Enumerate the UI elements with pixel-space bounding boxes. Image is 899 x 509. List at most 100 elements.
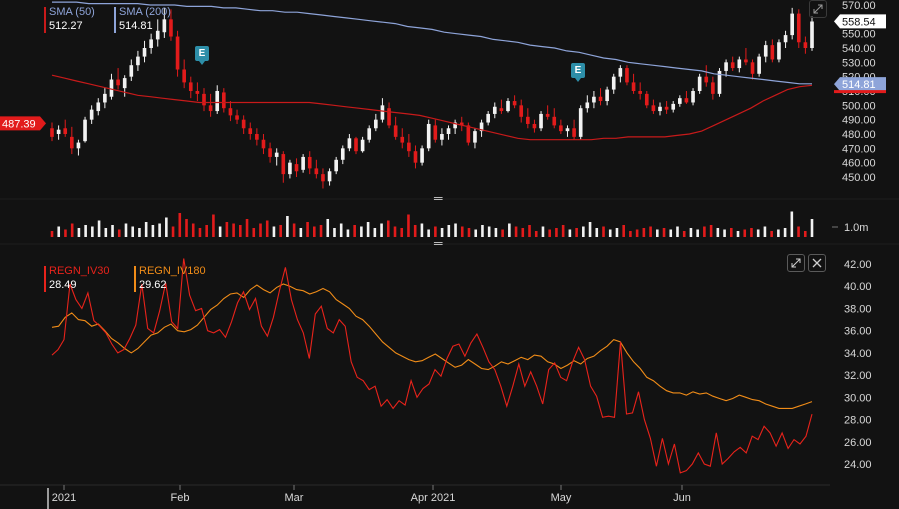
price-candle: [83, 119, 87, 142]
earnings-marker[interactable]: E: [195, 46, 209, 65]
sma200-legend-label: SMA (200): [119, 6, 171, 18]
iv-axis-tick-label: 38.00: [844, 303, 872, 315]
price-axis-tick-label: 480.00: [842, 129, 876, 141]
volume-bar: [803, 231, 807, 237]
volume-bar: [64, 229, 67, 237]
volume-bar: [777, 229, 780, 237]
price-candle: [559, 125, 563, 132]
iv30-legend-swatch: [44, 266, 46, 292]
volume-bar: [709, 225, 713, 237]
price-candle: [347, 138, 352, 149]
iv30-legend-label: REGN_IV30: [49, 265, 110, 277]
price-candle: [367, 128, 372, 140]
price-candle: [704, 76, 709, 83]
volume-bar: [790, 211, 794, 237]
volume-bar: [508, 223, 511, 237]
sma200-legend: SMA (200) 514.81: [114, 5, 171, 33]
price-candle: [321, 174, 325, 182]
close-iv-pane-button[interactable]: [808, 254, 826, 272]
volume-bar: [662, 228, 666, 237]
price-candle: [790, 13, 794, 36]
pane-resize-handle[interactable]: ═: [434, 237, 443, 249]
price-candle: [545, 113, 550, 117]
sma200-legend-value: 514.81: [119, 20, 153, 32]
expand-iv-pane-button[interactable]: [787, 254, 805, 272]
price-candle: [691, 91, 695, 103]
price-candle: [697, 76, 702, 91]
price-candle: [400, 136, 405, 143]
price-candle: [255, 134, 259, 140]
pane-resize-handle[interactable]: ═: [434, 192, 443, 204]
price-candle: [56, 129, 61, 134]
volume-bar: [158, 223, 161, 237]
price-candle: [750, 62, 755, 74]
price-candle: [301, 156, 305, 170]
volume-bar: [582, 226, 585, 237]
price-candle: [810, 21, 814, 48]
volume-bar: [171, 226, 175, 237]
chart-canvas[interactable]: 450.00460.00470.00480.00490.00500.00510.…: [0, 0, 899, 509]
volume-bar: [447, 225, 451, 237]
price-candle: [644, 93, 649, 106]
volume-bar: [420, 223, 424, 237]
iv180-line: [51, 283, 813, 409]
price-candle: [605, 89, 609, 102]
price-candle: [215, 91, 220, 112]
volume-bar: [635, 229, 639, 237]
price-candle: [407, 142, 411, 152]
price-candle: [380, 105, 385, 120]
price-candle: [63, 128, 68, 134]
price-candle: [307, 156, 312, 169]
sma200-price-flag: 514.81: [842, 79, 876, 91]
price-candle: [499, 108, 504, 112]
volume-bar: [205, 225, 208, 237]
volume-bar: [400, 228, 404, 237]
price-candle: [314, 168, 319, 175]
sma50-legend-label: SMA (50): [49, 6, 95, 18]
volume-bar: [50, 231, 54, 237]
price-candle: [506, 101, 510, 112]
time-axis-tick-label: 2021: [52, 492, 76, 504]
iv30-legend: REGN_IV30 28.49: [44, 264, 110, 292]
iv180-legend-swatch: [134, 266, 136, 292]
volume-bar: [218, 226, 222, 237]
price-candle: [625, 68, 629, 83]
price-candle: [618, 68, 623, 77]
volume-bar: [575, 228, 578, 237]
volume-bar: [319, 225, 323, 237]
volume-bar: [339, 223, 343, 237]
price-candle: [202, 93, 206, 106]
volume-bar: [57, 226, 61, 237]
volume-bar: [245, 219, 249, 237]
price-candle: [136, 56, 140, 66]
volume-bar: [299, 228, 303, 237]
volume-bar: [138, 228, 141, 237]
expand-pane-button[interactable]: [809, 0, 827, 18]
time-axis-tick-label: Apr 2021: [411, 492, 456, 504]
volume-bar: [279, 225, 282, 237]
earnings-marker[interactable]: E: [571, 63, 585, 82]
sma50-price-flag: [834, 90, 886, 94]
volume-bar: [743, 229, 747, 237]
volume-bar: [111, 225, 114, 237]
price-candle: [526, 116, 530, 124]
price-candle: [360, 139, 365, 152]
price-candle: [578, 108, 583, 137]
volume-bar: [333, 228, 336, 237]
volume-bar: [561, 225, 565, 237]
price-axis-tick-label: 460.00: [842, 158, 876, 170]
volume-bar: [750, 228, 753, 237]
price-candle: [638, 91, 642, 94]
volume-bar: [541, 226, 545, 237]
price-candle: [552, 116, 557, 126]
volume-bar: [191, 223, 195, 237]
volume-bar: [252, 228, 256, 237]
time-axis-tick-label: Feb: [171, 492, 190, 504]
volume-bar: [360, 226, 363, 237]
price-candle: [334, 159, 338, 172]
volume-bar: [770, 231, 773, 237]
price-candle: [116, 79, 120, 86]
volume-bar: [380, 223, 383, 237]
price-candle: [744, 59, 748, 63]
volume-bar: [386, 220, 390, 237]
